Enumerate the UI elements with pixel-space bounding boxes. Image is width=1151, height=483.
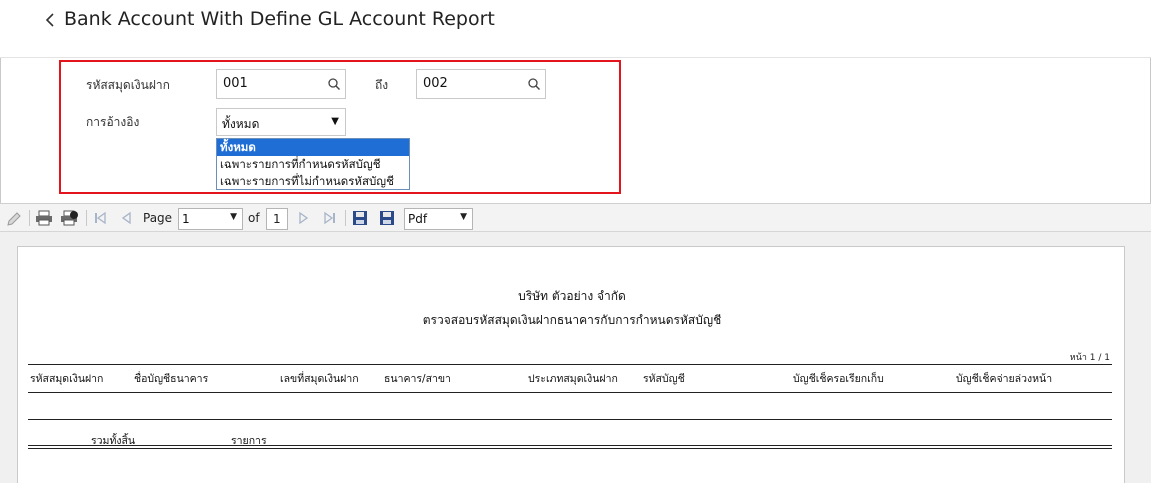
column-header: ประเภทสมุดเงินฝาก xyxy=(528,373,618,385)
report-viewer: Page 1 ▼ of 1 Pdf ▼ บริษัท ตัวอย่าง จำกั… xyxy=(0,203,1151,483)
print-preview-icon[interactable] xyxy=(60,210,80,226)
search-icon[interactable] xyxy=(527,77,541,91)
report-page-number: หน้า 1 / 1 xyxy=(1069,353,1110,363)
total-pages-box: 1 xyxy=(266,208,288,230)
column-header: บัญชีเช็ครอเรียกเก็บ xyxy=(793,373,884,385)
code-from-input[interactable]: 001 xyxy=(216,69,346,99)
of-label: of xyxy=(248,211,260,225)
attach-icon[interactable] xyxy=(6,210,24,226)
last-page-icon[interactable] xyxy=(322,210,338,226)
save-as-icon[interactable] xyxy=(379,210,395,226)
export-format-select[interactable]: Pdf ▼ xyxy=(404,208,473,230)
items-label: รายการ xyxy=(231,435,267,447)
reference-option[interactable]: ทั้งหมด xyxy=(217,139,409,156)
export-format-value: Pdf xyxy=(408,212,428,226)
reference-option[interactable]: เฉพาะรายการที่ไม่กำหนดรหัสบัญชี xyxy=(217,173,409,190)
reference-select-value: ทั้งหมด xyxy=(222,117,260,131)
to-label: ถึง xyxy=(375,78,389,92)
previous-page-icon[interactable] xyxy=(118,210,134,226)
total-label: รวมทั้งสิ้น xyxy=(91,435,136,447)
bank-book-code-label: รหัสสมุดเงินฝาก xyxy=(86,78,170,92)
code-to-input[interactable]: 002 xyxy=(416,69,546,99)
search-icon[interactable] xyxy=(327,77,341,91)
column-header: รหัสสมุดเงินฝาก xyxy=(30,373,104,385)
dropdown-arrow-icon: ▼ xyxy=(460,212,467,222)
dropdown-arrow-icon: ▼ xyxy=(331,116,339,127)
code-to-value: 002 xyxy=(423,76,448,91)
total-double-line-2 xyxy=(28,448,1112,449)
column-header: ธนาคาร/สาขา xyxy=(384,373,451,385)
vertical-scrollbar[interactable] xyxy=(1141,234,1149,483)
report-title: ตรวจสอบรหัสสมุดเงินฝากธนาคารกับการกำหนดร… xyxy=(422,313,722,327)
column-header: ชื่อบัญชีธนาคาร xyxy=(134,373,209,385)
reference-dropdown-list: ทั้งหมด เฉพาะรายการที่กำหนดรหัสบัญชี เฉพ… xyxy=(216,138,410,190)
print-icon[interactable] xyxy=(35,210,53,226)
report-area[interactable]: บริษัท ตัวอย่าง จำกัด ตรวจสอบรหัสสมุดเงิ… xyxy=(0,234,1151,483)
reference-option[interactable]: เฉพาะรายการที่กำหนดรหัสบัญชี xyxy=(217,156,409,173)
back-button[interactable] xyxy=(42,9,58,31)
total-double-line-1 xyxy=(28,445,1112,446)
chevron-left-icon xyxy=(45,13,54,27)
reference-select[interactable]: ทั้งหมด ▼ xyxy=(216,108,346,136)
page-select[interactable]: 1 ▼ xyxy=(178,208,243,230)
dropdown-arrow-icon: ▼ xyxy=(230,212,237,222)
header-bottom-line xyxy=(28,392,1112,393)
page-select-value: 1 xyxy=(182,212,190,226)
report-page: บริษัท ตัวอย่าง จำกัด ตรวจสอบรหัสสมุดเงิ… xyxy=(17,246,1125,483)
reference-label: การอ้างอิง xyxy=(86,115,140,129)
page-label: Page xyxy=(143,211,173,225)
page-title: Bank Account With Define GL Account Repo… xyxy=(64,8,495,30)
total-top-line xyxy=(28,419,1112,420)
code-from-value: 001 xyxy=(223,76,248,91)
column-header: เลขที่สมุดเงินฝาก xyxy=(280,373,359,385)
save-icon[interactable] xyxy=(352,210,368,226)
first-page-icon[interactable] xyxy=(92,210,108,226)
page-header: Bank Account With Define GL Account Repo… xyxy=(0,0,1151,58)
next-page-icon[interactable] xyxy=(296,210,312,226)
total-pages-value: 1 xyxy=(273,212,281,226)
report-company-name: บริษัท ตัวอย่าง จำกัด xyxy=(518,289,626,303)
filter-panel: รหัสสมุดเงินฝาก 001 ถึง 002 การอ้างอิง ท… xyxy=(59,60,621,194)
column-header: บัญชีเช็คจ่ายล่วงหน้า xyxy=(956,373,1053,385)
header-top-line xyxy=(28,364,1112,365)
column-header: รหัสบัญชี xyxy=(643,373,685,385)
viewer-toolbar: Page 1 ▼ of 1 Pdf ▼ xyxy=(0,204,1151,232)
